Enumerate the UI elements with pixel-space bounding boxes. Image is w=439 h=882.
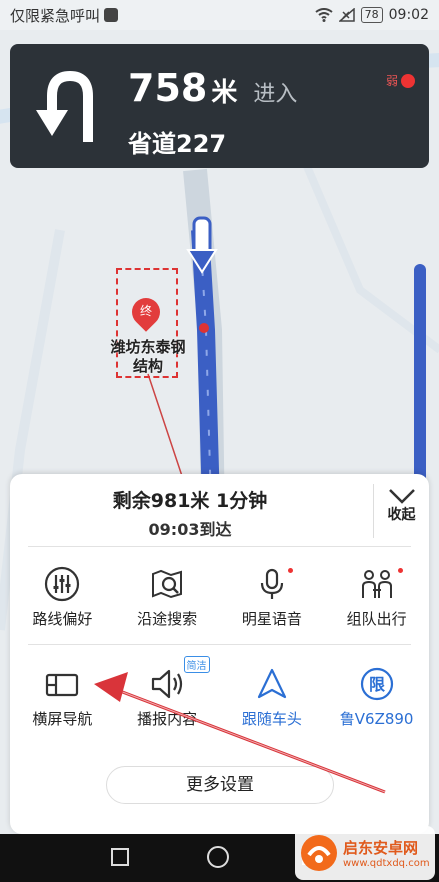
landscape-navigation-button[interactable]: 横屏导航	[10, 658, 115, 738]
arrival-time: 09:03到达	[148, 520, 232, 539]
trip-summary: 剩余981米 1分钟 09:03到达	[10, 474, 370, 540]
watermark-logo-icon	[301, 835, 337, 871]
destination-pin-text: 终	[139, 304, 152, 318]
wifi-icon	[315, 8, 333, 22]
maneuver-action: 进入	[253, 82, 298, 107]
distance-to-turn: 758 米 进入	[128, 66, 297, 110]
gps-signal-text: 弱	[385, 74, 398, 88]
clock: 09:02	[388, 7, 429, 23]
options-row-1: 路线偏好 沿途搜索 明星语音 组队出行	[10, 558, 429, 638]
broadcast-content-button[interactable]: 简洁 播报内容	[115, 656, 220, 738]
watermark: 启东安卓网 www.qdtxdq.com	[295, 826, 435, 880]
celebrity-voice-label: 明星语音	[241, 610, 302, 628]
navigation-guidance-panel[interactable]: 758 米 进入 省道227 弱	[10, 44, 429, 168]
home-icon[interactable]	[207, 846, 229, 868]
current-location-arrow-icon	[186, 216, 218, 274]
divider	[28, 644, 411, 645]
landscape-navigation-label: 横屏导航	[32, 710, 93, 728]
restriction-icon: 限	[360, 667, 393, 701]
u-turn-icon	[36, 70, 93, 142]
new-dot	[398, 568, 404, 573]
more-settings-button[interactable]: 更多设置	[106, 766, 334, 804]
distance-unit: 米	[211, 78, 238, 108]
heading-up-button[interactable]: 跟随车头	[220, 658, 325, 738]
landscape-icon	[46, 673, 79, 697]
sim-icon	[104, 8, 119, 22]
distance-value: 758	[128, 66, 208, 110]
destination-label: 潍坊东泰钢结构	[110, 338, 186, 375]
back-icon[interactable]	[110, 847, 130, 867]
concise-badge: 简洁	[183, 656, 210, 673]
navigation-options-sheet: 剩余981米 1分钟 09:03到达 收起 路线偏好 沿途搜索 明星语音 组队出…	[10, 474, 429, 834]
route-preference-label: 路线偏好	[32, 610, 93, 628]
collapse-button[interactable]: 收起	[373, 484, 429, 538]
team-travel-label: 组队出行	[346, 610, 407, 628]
watermark-text: 启东安卓网 www.qdtxdq.com	[343, 837, 430, 869]
watermark-url: www.qdtxdq.com	[343, 858, 430, 869]
heading-arrow-icon	[257, 668, 286, 699]
chevron-down-icon	[388, 489, 415, 504]
microphone-icon	[260, 568, 283, 599]
plate-restriction-button[interactable]: 限 鲁V6Z890	[324, 658, 429, 738]
new-dot	[287, 568, 293, 573]
route-preference-button[interactable]: 路线偏好	[10, 558, 115, 638]
search-along-route-button[interactable]: 沿途搜索	[115, 558, 220, 638]
signal-icon	[338, 8, 355, 22]
heading-up-label: 跟随车头	[241, 710, 302, 728]
speaker-icon	[152, 669, 183, 699]
team-icon	[361, 570, 392, 598]
plate-number-label: 鲁V6Z890	[339, 710, 414, 728]
remaining-distance-time: 剩余981米 1分钟	[112, 490, 268, 512]
status-bar: 仅限紧急呼叫 78 09:02	[0, 0, 439, 30]
gps-signal-icon	[401, 73, 415, 88]
sliders-icon	[45, 566, 80, 602]
status-right: 78 09:02	[315, 7, 429, 23]
battery-indicator: 78	[360, 7, 383, 23]
road-name: 省道227	[128, 130, 227, 158]
emergency-call-text: 仅限紧急呼叫	[10, 6, 101, 25]
broadcast-content-label: 播报内容	[137, 710, 198, 728]
divider	[28, 546, 411, 547]
celebrity-voice-button[interactable]: 明星语音	[220, 558, 325, 638]
team-travel-button[interactable]: 组队出行	[324, 558, 429, 638]
watermark-title: 启东安卓网	[343, 839, 419, 857]
gps-signal-indicator: 弱	[386, 72, 415, 89]
collapse-label: 收起	[387, 507, 416, 523]
map-search-icon	[152, 569, 183, 599]
status-left: 仅限紧急呼叫	[10, 5, 119, 26]
options-row-2: 横屏导航 简洁 播报内容 跟随车头 限 鲁V6Z890	[10, 656, 429, 738]
restriction-icon-text: 限	[369, 675, 386, 694]
search-along-route-label: 沿途搜索	[137, 610, 198, 628]
